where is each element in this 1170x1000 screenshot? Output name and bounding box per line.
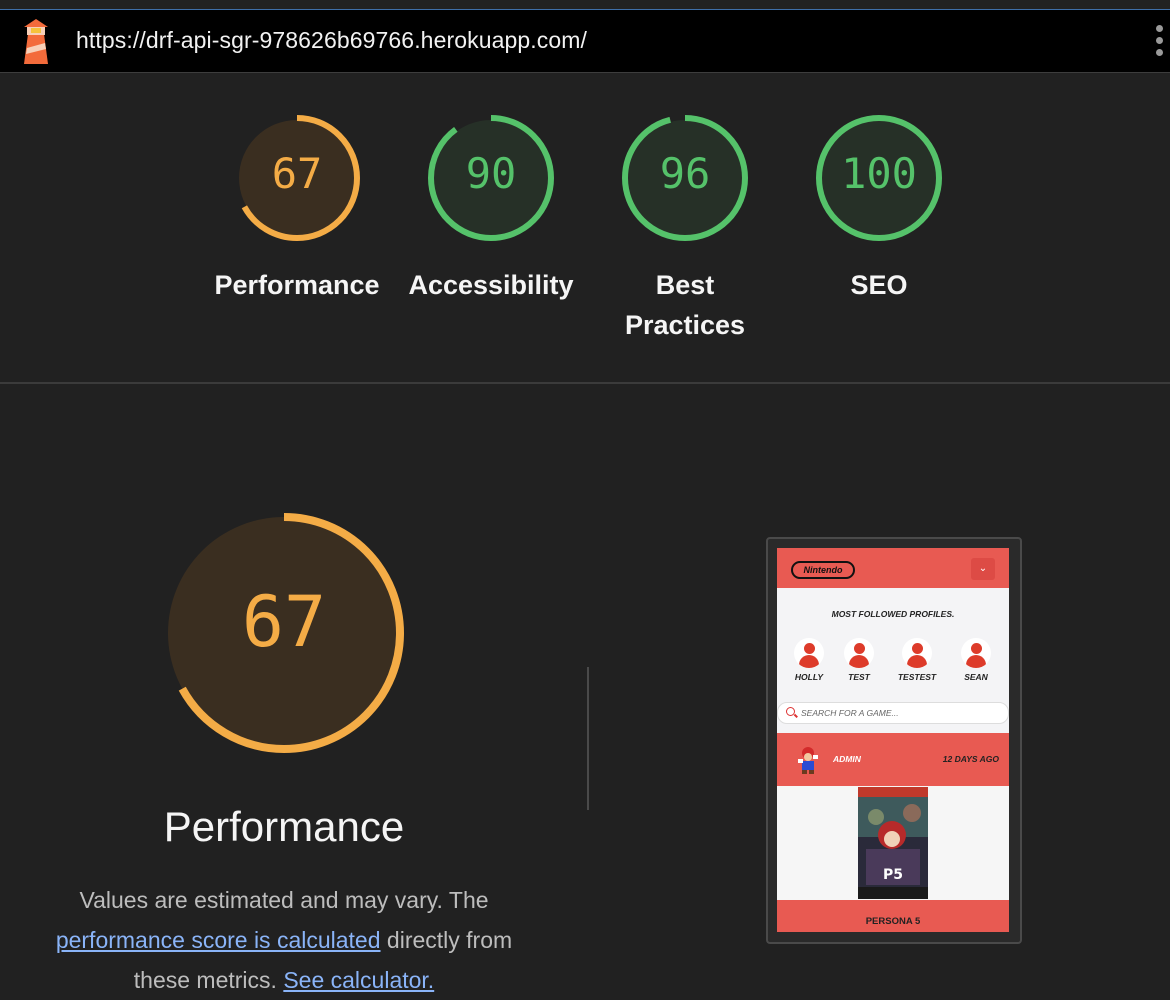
desc-text-1: Values are estimated and may vary. The bbox=[79, 887, 489, 913]
performance-description: Values are estimated and may vary. The p… bbox=[30, 880, 538, 1000]
score-value: 90 bbox=[465, 149, 517, 198]
chevron-down-icon: ⌄ bbox=[971, 558, 995, 580]
profile-item: HOLLY bbox=[783, 638, 835, 682]
avatar bbox=[902, 638, 932, 668]
score-label: SEO bbox=[850, 270, 908, 300]
url-bar: https://drf-api-sgr-978626b69766.herokua… bbox=[0, 10, 1170, 73]
score-label: Best Practices bbox=[624, 270, 746, 340]
avatar bbox=[844, 638, 874, 668]
app-navbar: Nintendo ⌄ bbox=[777, 548, 1009, 588]
vertical-separator bbox=[587, 667, 589, 810]
post-header: ADMIN 12 DAYS AGO bbox=[777, 733, 1009, 786]
profile-item: TEST bbox=[833, 638, 885, 682]
gauge-best-practices[interactable]: 96 Best Practices bbox=[600, 113, 770, 345]
profile-name: TEST bbox=[848, 672, 870, 682]
game-search-bar: SEARCH FOR A GAME... bbox=[777, 702, 1009, 724]
post-card: ADMIN 12 DAYS AGO P5 PERSONA 5 bbox=[777, 733, 1009, 932]
see-calculator-link[interactable]: See calculator. bbox=[283, 967, 434, 993]
game-cover-image: P5 bbox=[858, 787, 928, 899]
score-label: Accessibility bbox=[408, 270, 574, 300]
score-gauges: 67 Performance 90 Accessibility 96 Best … bbox=[0, 73, 1170, 383]
score-label: Performance bbox=[214, 270, 380, 300]
avatar bbox=[961, 638, 991, 668]
post-date: 12 DAYS AGO bbox=[942, 754, 999, 764]
nintendo-logo: Nintendo bbox=[791, 561, 855, 579]
lighthouse-icon bbox=[24, 19, 48, 64]
kebab-menu-icon[interactable] bbox=[1156, 25, 1164, 59]
page-screenshot-thumbnail[interactable]: Nintendo ⌄ MOST FOLLOWED PROFILES. HOLLY… bbox=[766, 537, 1022, 944]
profile-item: TESTEST bbox=[891, 638, 943, 682]
performance-score-large: 67 bbox=[241, 581, 327, 663]
gauge-performance[interactable]: 67 Performance bbox=[212, 113, 382, 305]
window-top-edge bbox=[0, 0, 1170, 10]
mario-avatar-icon bbox=[798, 747, 818, 774]
score-value: 100 bbox=[841, 149, 917, 198]
performance-title: Performance bbox=[163, 803, 405, 850]
search-placeholder: SEARCH FOR A GAME... bbox=[801, 708, 899, 718]
score-value: 67 bbox=[271, 149, 323, 198]
post-title: PERSONA 5 bbox=[865, 916, 921, 927]
profile-name: TESTEST bbox=[897, 672, 937, 682]
score-value: 96 bbox=[659, 149, 711, 198]
search-icon bbox=[786, 707, 795, 716]
avatar bbox=[794, 638, 824, 668]
section-divider bbox=[0, 382, 1170, 384]
post-title-bar: PERSONA 5 bbox=[777, 900, 1009, 932]
profile-name: SEAN bbox=[964, 672, 988, 682]
page-url[interactable]: https://drf-api-sgr-978626b69766.herokua… bbox=[76, 27, 587, 54]
gauge-accessibility[interactable]: 90 Accessibility bbox=[406, 113, 576, 305]
svg-text:P5: P5 bbox=[883, 867, 903, 883]
gauge-seo[interactable]: 100 SEO bbox=[794, 113, 964, 305]
score-calculated-link[interactable]: performance score is calculated bbox=[56, 927, 381, 953]
screenshot-screen: Nintendo ⌄ MOST FOLLOWED PROFILES. HOLLY… bbox=[777, 548, 1009, 932]
profile-item: SEAN bbox=[950, 638, 1002, 682]
post-author: ADMIN bbox=[833, 754, 861, 764]
performance-gauge-large: 67 bbox=[144, 503, 424, 768]
profiles-heading: MOST FOLLOWED PROFILES. bbox=[831, 609, 955, 619]
profile-name: HOLLY bbox=[794, 672, 824, 682]
